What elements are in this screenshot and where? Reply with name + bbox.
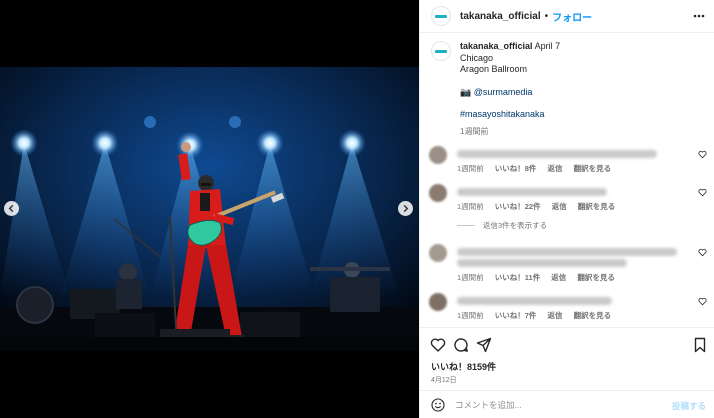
caption-username[interactable]: takanaka_official — [460, 41, 533, 51]
comment-reply-button[interactable]: 返信 — [551, 273, 566, 282]
comment-reply-button[interactable]: 返信 — [548, 311, 563, 320]
comment-likes[interactable]: いいね！22件 — [495, 202, 541, 211]
blurred-comment-text — [457, 248, 677, 256]
post-photo — [0, 67, 419, 351]
more-options-icon[interactable] — [692, 9, 706, 23]
heart-icon[interactable] — [698, 248, 707, 257]
comment-likes[interactable]: いいね！8件 — [495, 164, 537, 173]
blurred-comment-text — [457, 259, 627, 267]
like-heart-icon[interactable] — [430, 337, 446, 353]
post-header: takanaka_official • フォロー — [420, 0, 714, 33]
photo-credit-link[interactable]: @surmamedia — [474, 87, 533, 97]
post-comment-button[interactable]: 投稿する — [672, 400, 706, 412]
blurred-comment-text — [457, 150, 657, 158]
camera-icon: 📷 — [460, 86, 472, 97]
post-action-bar — [420, 327, 714, 364]
view-replies-label: 返信3件を表示する — [483, 221, 548, 230]
heart-icon[interactable] — [698, 150, 707, 159]
blurred-comment-text — [457, 297, 612, 305]
chevron-left-icon — [8, 204, 14, 213]
comment-meta: 1週間前 いいね！7件 返信 翻訳を見る — [457, 310, 620, 321]
comment-translate-button[interactable]: 翻訳を見る — [577, 273, 615, 282]
post-media-panel — [0, 0, 419, 418]
emoji-icon[interactable] — [431, 397, 445, 412]
previous-image-button[interactable] — [4, 201, 19, 216]
save-bookmark-icon[interactable] — [692, 337, 708, 353]
comment-composer: 投稿する — [420, 390, 714, 418]
comment-reply-button[interactable]: 返信 — [548, 164, 563, 173]
heart-icon[interactable] — [698, 297, 707, 306]
post-side-panel: takanaka_official • フォロー takanaka_offici… — [419, 0, 714, 418]
comment-meta: 1週間前 いいね！22件 返信 翻訳を見る — [457, 201, 624, 212]
caption-avatar[interactable] — [431, 41, 451, 61]
caption-city: Chicago — [460, 52, 494, 63]
instagram-post-modal: takanaka_official • フォロー takanaka_offici… — [0, 0, 714, 418]
caption-date: April 7 — [534, 41, 561, 51]
profile-avatar[interactable] — [431, 6, 451, 26]
comment-likes[interactable]: いいね！7件 — [495, 311, 537, 320]
comment-meta: 1週間前 いいね！11件 返信 翻訳を見る — [457, 272, 624, 283]
comment-icon[interactable] — [453, 337, 469, 353]
share-send-icon[interactable] — [476, 337, 492, 353]
post-caption: takanaka_official April 7 Chicago Aragon… — [431, 41, 701, 137]
comment-reply-button[interactable]: 返信 — [552, 202, 567, 211]
hashtag-link[interactable]: #masayoshitakanaka — [460, 109, 560, 121]
comment-translate-button[interactable]: 翻訳を見る — [578, 202, 616, 211]
follow-button[interactable]: フォロー — [552, 9, 592, 24]
caption-time: 1週間前 — [460, 126, 489, 136]
comment-avatar[interactable] — [429, 184, 447, 202]
comment-avatar[interactable] — [429, 146, 447, 164]
comment-input[interactable] — [455, 399, 655, 410]
post-username[interactable]: takanaka_official — [460, 11, 541, 22]
comment-translate-button[interactable]: 翻訳を見る — [574, 311, 612, 320]
comment-avatar[interactable] — [429, 293, 447, 311]
post-date: 4月12日 — [431, 377, 457, 384]
next-image-button[interactable] — [398, 201, 413, 216]
caption-venue: Aragon Ballroom — [460, 64, 528, 74]
comment-time: 1週間前 — [457, 273, 484, 282]
separator-dot: • — [544, 10, 549, 22]
view-replies-button[interactable]: 返信3件を表示する — [457, 220, 547, 231]
heart-icon[interactable] — [698, 188, 707, 197]
comment-time: 1週間前 — [457, 202, 484, 211]
comment-time: 1週間前 — [457, 164, 484, 173]
comment-likes[interactable]: いいね！11件 — [495, 273, 540, 282]
blurred-comment-text — [457, 188, 607, 196]
likes-count[interactable]: いいね！8159件 — [431, 360, 496, 373]
comment-avatar[interactable] — [429, 244, 447, 262]
chevron-right-icon — [403, 204, 409, 213]
comment-translate-button[interactable]: 翻訳を見る — [574, 164, 612, 173]
comment-time: 1週間前 — [457, 311, 484, 320]
comment-meta: 1週間前 いいね！8件 返信 翻訳を見る — [457, 163, 620, 174]
